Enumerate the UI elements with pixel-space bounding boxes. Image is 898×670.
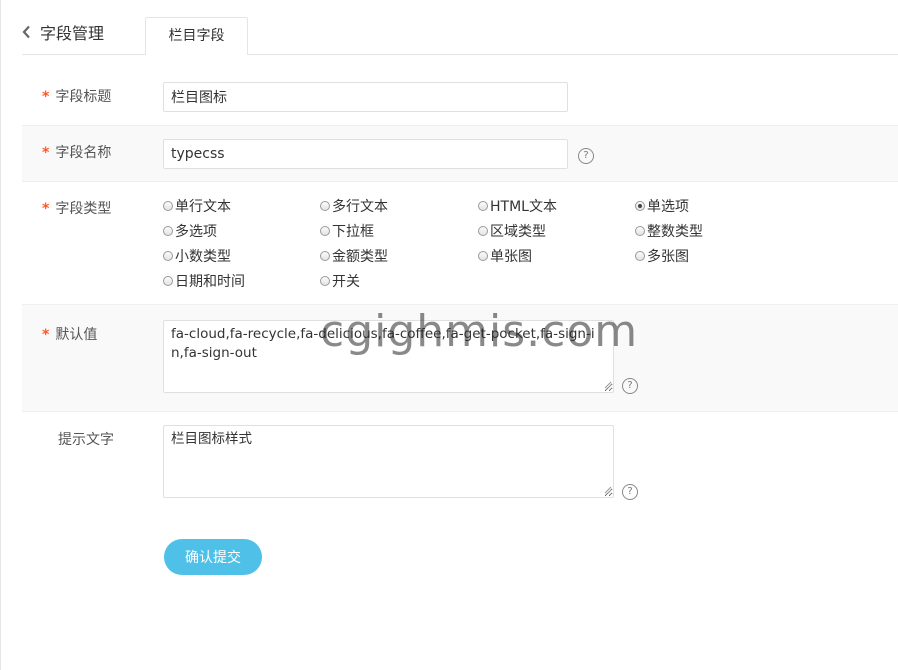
radio-option-selected[interactable]: 单选项 xyxy=(635,196,689,216)
radio-label: 多选项 xyxy=(175,224,217,240)
row-field-name: * 字段名称 ? xyxy=(22,126,898,182)
left-border xyxy=(0,0,1,670)
field-type-label-text: 字段类型 xyxy=(55,201,112,217)
radio-option[interactable]: 下拉框 xyxy=(320,221,374,241)
field-name-label-text: 字段名称 xyxy=(55,145,112,161)
radio-option[interactable]: 整数类型 xyxy=(635,221,703,241)
resize-handle-icon[interactable] xyxy=(604,381,612,389)
radio-circle-icon xyxy=(163,251,173,261)
radio-option[interactable]: 多张图 xyxy=(635,246,689,266)
radio-label: 多行文本 xyxy=(332,199,388,215)
field-title-label: * 字段标题 xyxy=(42,86,111,106)
required-mark: * xyxy=(42,327,50,343)
radio-circle-icon xyxy=(635,226,645,236)
radio-label: 整数类型 xyxy=(647,224,703,240)
radio-circle-icon xyxy=(320,201,330,211)
submit-button[interactable]: 确认提交 xyxy=(164,539,262,575)
back-link[interactable]: 字段管理 xyxy=(22,20,104,44)
field-title-label-text: 字段标题 xyxy=(55,89,112,105)
radio-circle-icon xyxy=(635,251,645,261)
resize-handle-icon[interactable] xyxy=(604,486,612,494)
field-name-label: * 字段名称 xyxy=(42,142,111,162)
field-type-label: * 字段类型 xyxy=(42,198,111,218)
radio-circle-icon xyxy=(320,226,330,236)
default-value-label: * 默认值 xyxy=(42,324,97,344)
tab-active-gap xyxy=(146,54,247,55)
radio-label: 单选项 xyxy=(647,199,689,215)
required-mark: * xyxy=(42,201,50,217)
tab-column-fields[interactable]: 栏目字段 xyxy=(145,17,248,55)
radio-circle-icon xyxy=(163,276,173,286)
field-name-input[interactable] xyxy=(163,139,568,169)
required-mark: * xyxy=(42,145,50,161)
radio-option[interactable]: 开关 xyxy=(320,271,360,291)
radio-option[interactable]: 小数类型 xyxy=(163,246,231,266)
radio-option[interactable]: 日期和时间 xyxy=(163,271,245,291)
radio-circle-icon xyxy=(320,276,330,286)
field-title-input[interactable] xyxy=(163,82,568,112)
radio-option[interactable]: 单行文本 xyxy=(163,196,231,216)
page-header: 字段管理 栏目字段 xyxy=(22,0,898,55)
radio-circle-icon xyxy=(478,226,488,236)
radio-label: 日期和时间 xyxy=(175,274,245,290)
default-value-label-text: 默认值 xyxy=(55,327,98,343)
radio-label: 金额类型 xyxy=(332,249,388,265)
hint-text-textarea[interactable]: 栏目图标样式 xyxy=(163,425,614,498)
radio-label: 区域类型 xyxy=(490,224,546,240)
radio-option[interactable]: 单张图 xyxy=(478,246,532,266)
chevron-left-icon xyxy=(22,25,30,39)
row-hint-text: 提示文字 栏目图标样式 ? xyxy=(22,412,898,512)
radio-option[interactable]: 多行文本 xyxy=(320,196,388,216)
radio-label: 单行文本 xyxy=(175,199,231,215)
radio-label: 小数类型 xyxy=(175,249,231,265)
radio-label: 多张图 xyxy=(647,249,689,265)
row-field-type: * 字段类型 单行文本 多行文本 HTML文本 单选项 多选项 下拉框 区域类型 … xyxy=(22,182,898,305)
radio-label: 开关 xyxy=(332,274,360,290)
radio-option[interactable]: 多选项 xyxy=(163,221,217,241)
default-value-textarea[interactable]: fa-cloud,fa-recycle,fa-delicious,fa-coff… xyxy=(163,320,614,393)
required-mark: * xyxy=(42,89,50,105)
radio-checked-icon xyxy=(635,201,645,211)
hint-text-label: 提示文字 xyxy=(58,432,114,448)
back-link-label: 字段管理 xyxy=(40,24,105,43)
radio-label: 下拉框 xyxy=(332,224,374,240)
radio-circle-icon xyxy=(163,226,173,236)
radio-circle-icon xyxy=(478,201,488,211)
help-icon[interactable]: ? xyxy=(622,484,638,500)
radio-label: HTML文本 xyxy=(490,199,557,215)
radio-option[interactable]: 区域类型 xyxy=(478,221,546,241)
row-default-value: * 默认值 fa-cloud,fa-recycle,fa-delicious,fa… xyxy=(22,305,898,412)
row-field-title: * 字段标题 xyxy=(22,70,898,126)
help-icon[interactable]: ? xyxy=(622,378,638,394)
radio-circle-icon xyxy=(163,201,173,211)
help-icon[interactable]: ? xyxy=(578,148,594,164)
radio-circle-icon xyxy=(320,251,330,261)
radio-label: 单张图 xyxy=(490,249,532,265)
radio-option[interactable]: 金额类型 xyxy=(320,246,388,266)
radio-option[interactable]: HTML文本 xyxy=(478,196,557,216)
radio-circle-icon xyxy=(478,251,488,261)
